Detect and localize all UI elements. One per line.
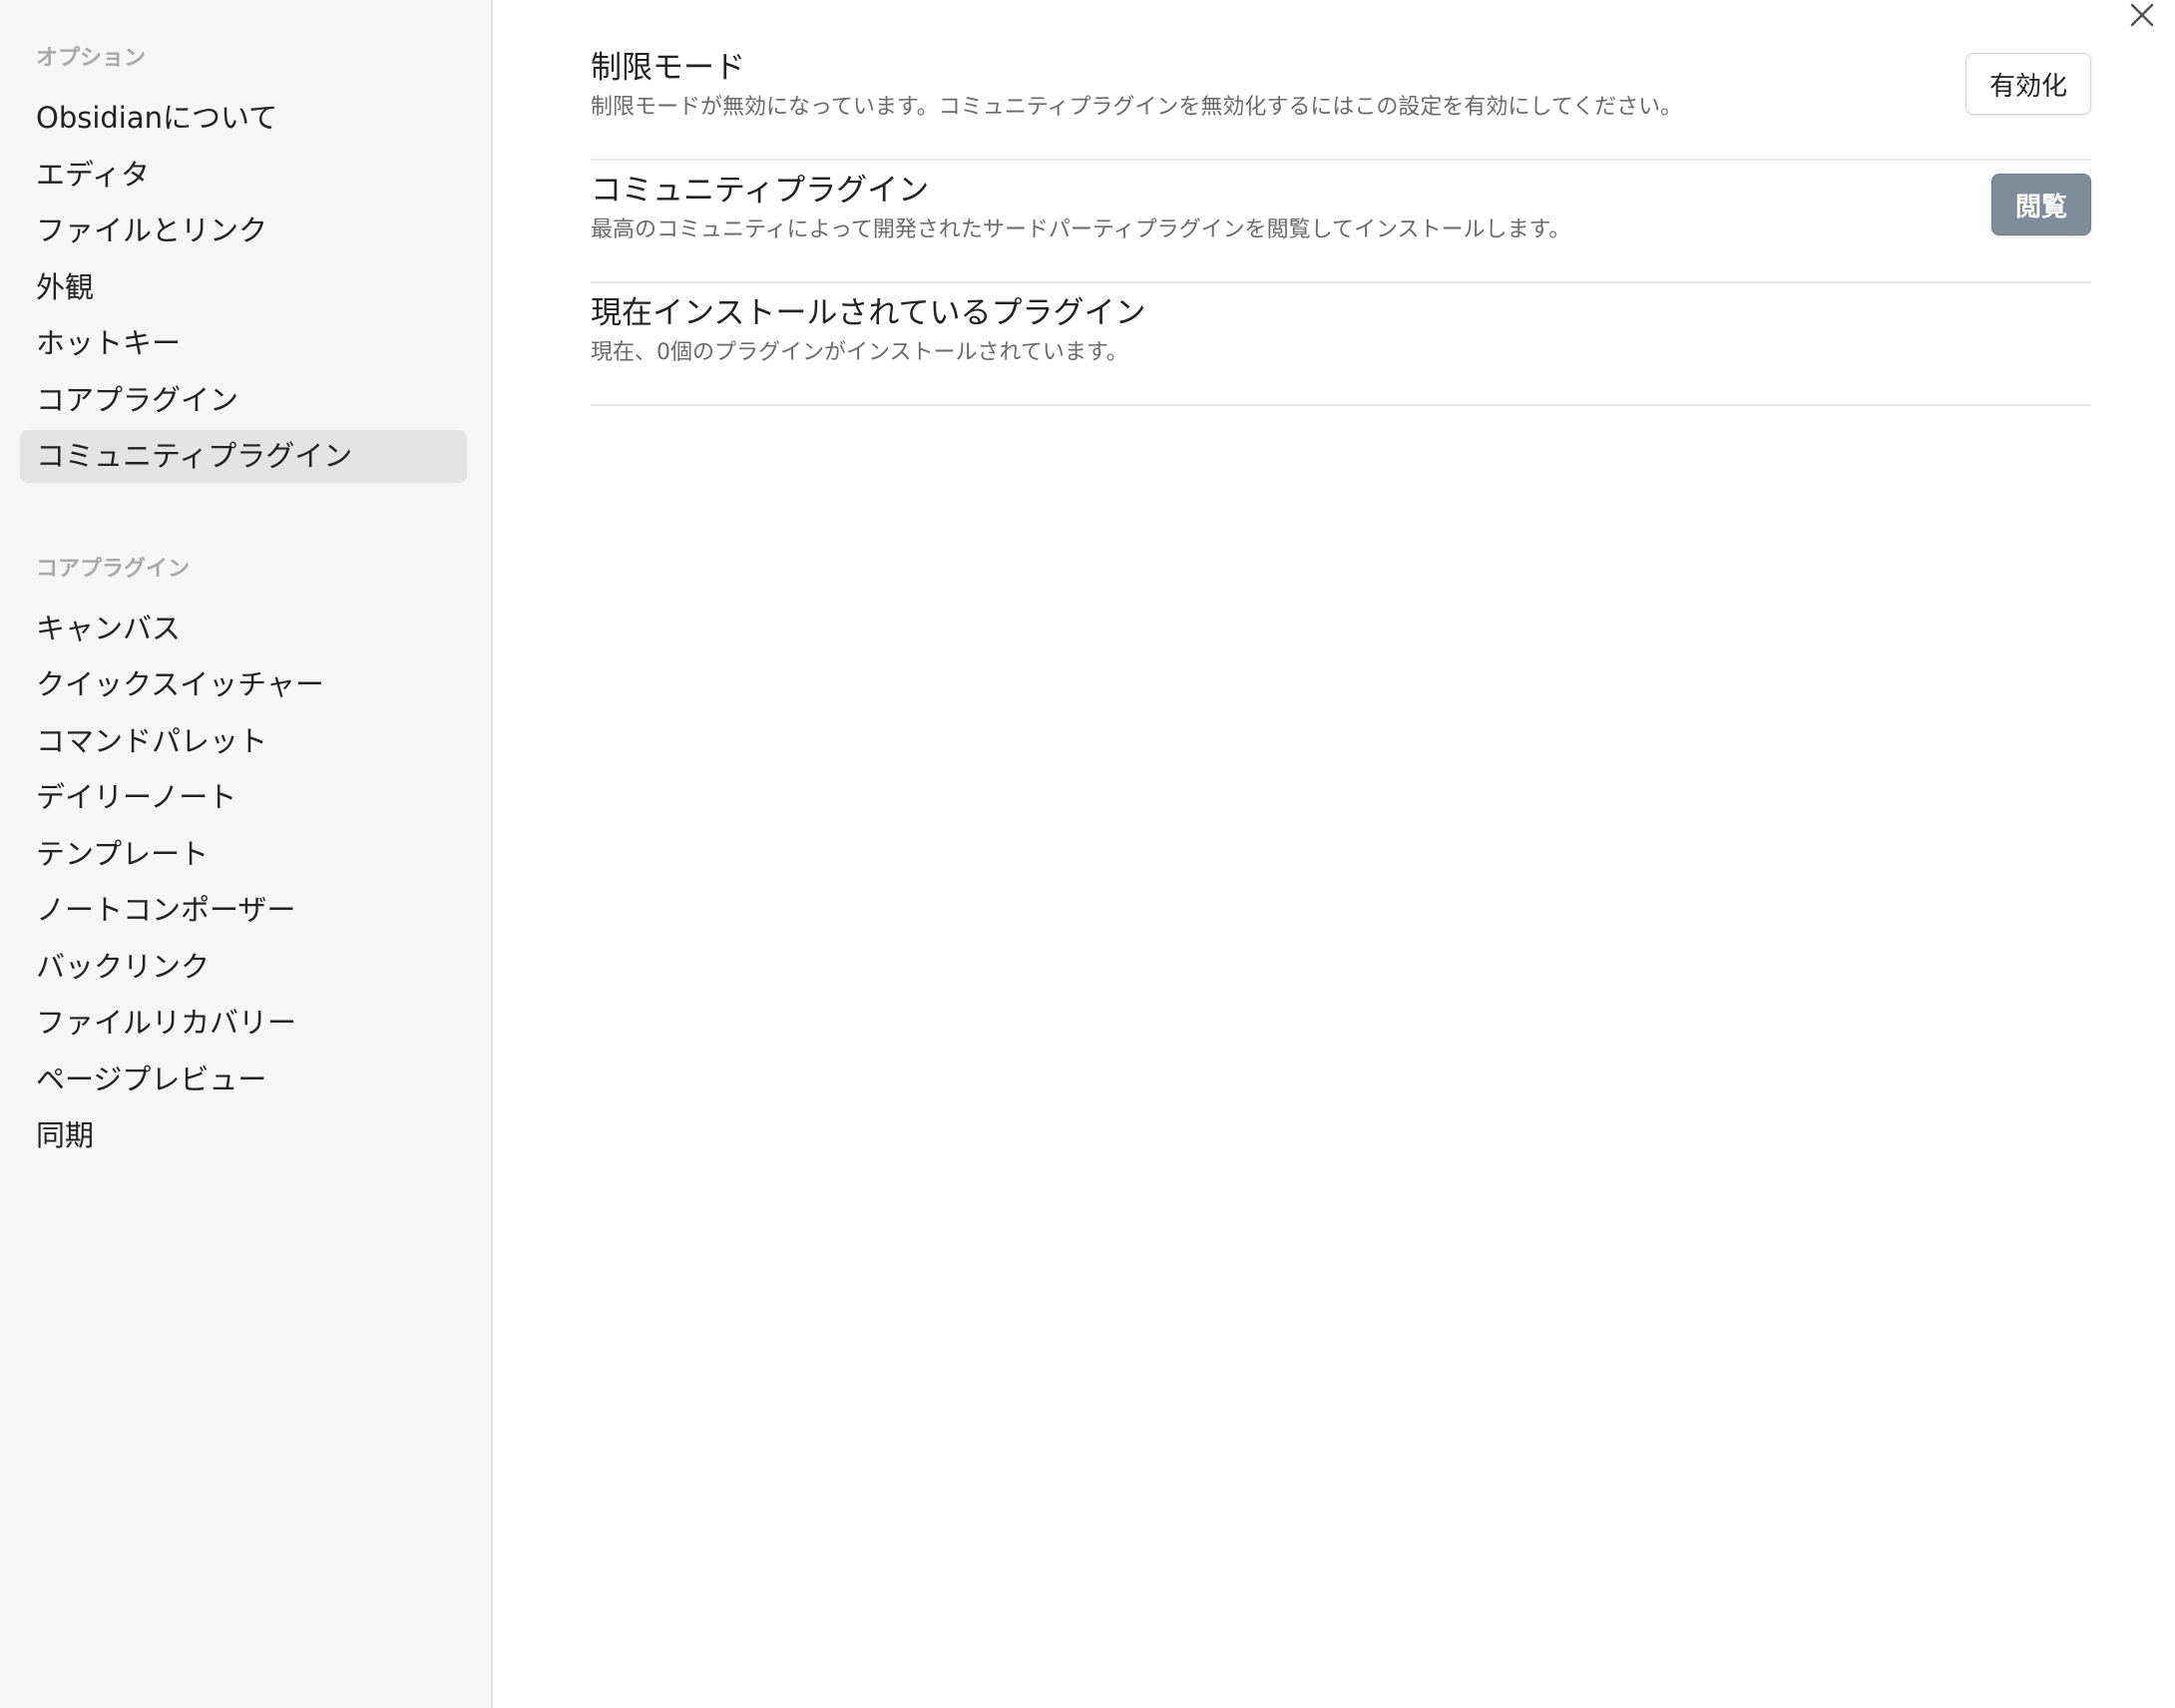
enable-button[interactable]: 有効化: [1965, 53, 2091, 115]
setting-description: 最高のコミュニティによって開発されたサードパーティプラグインを閲覧してインストー…: [591, 217, 1571, 242]
close-button[interactable]: [2125, 0, 2159, 34]
settings-sidebar: オプション Obsidianについて エディタ ファイルとリンク 外観 ホットキ…: [0, 0, 493, 1708]
sidebar-heading-core-plugins: コアプラグイン: [36, 556, 191, 582]
close-icon: [2129, 2, 2155, 32]
setting-description: 現在、0個のプラグインがインストールされています。: [591, 340, 1128, 365]
sidebar-item-file-recovery[interactable]: ファイルリカバリー: [20, 997, 467, 1050]
sidebar-item-command-palette[interactable]: コマンドパレット: [20, 715, 467, 768]
sidebar-item-note-composer[interactable]: ノートコンポーザー: [20, 884, 467, 937]
setting-name: 制限モード: [591, 50, 745, 86]
setting-community-plugins: コミュニティプラグイン 最高のコミュニティによって開発されたサードパーティプラグ…: [591, 161, 2091, 283]
sidebar-heading-options: オプション: [36, 46, 147, 71]
setting-name: 現在インストールされているプラグイン: [591, 295, 1146, 331]
sidebar-item-about[interactable]: Obsidianについて: [20, 92, 467, 145]
setting-name: コミュニティプラグイン: [591, 173, 930, 209]
setting-description: 制限モードが無効になっています。コミュニティプラグインを無効化するにはこの設定を…: [591, 95, 1683, 120]
sidebar-item-templates[interactable]: テンプレート: [20, 828, 467, 881]
browse-button[interactable]: 閲覧: [1991, 174, 2091, 235]
sidebar-item-appearance[interactable]: 外観: [20, 261, 467, 314]
sidebar-section-gap: [0, 487, 491, 557]
settings-window: オプション Obsidianについて エディタ ファイルとリンク 外観 ホットキ…: [0, 0, 2175, 1708]
sidebar-item-backlinks[interactable]: バックリンク: [20, 941, 467, 994]
settings-content-pane: 制限モード 制限モードが無効になっています。コミュニティプラグインを無効化するに…: [493, 0, 2175, 1708]
sidebar-item-core-plugins[interactable]: コアプラグイン: [20, 374, 467, 427]
setting-installed-plugins: 現在インストールされているプラグイン 現在、0個のプラグインがインストールされて…: [591, 283, 2091, 406]
sidebar-item-community-plugins[interactable]: コミュニティプラグイン: [20, 430, 467, 483]
sidebar-item-daily-notes[interactable]: デイリーノート: [20, 771, 467, 824]
core-plugins-nav-list: キャンバス クイックスイッチャー コマンドパレット デイリーノート テンプレート…: [0, 603, 491, 1163]
sidebar-item-quick-switcher[interactable]: クイックスイッチャー: [20, 658, 467, 711]
sidebar-item-hotkeys[interactable]: ホットキー: [20, 317, 467, 370]
options-nav-list: Obsidianについて エディタ ファイルとリンク 外観 ホットキー コアプラ…: [0, 92, 491, 483]
sidebar-item-sync[interactable]: 同期: [20, 1109, 467, 1162]
sidebar-item-page-preview[interactable]: ページプレビュー: [20, 1054, 467, 1106]
sidebar-item-files-and-links[interactable]: ファイルとリンク: [20, 205, 467, 257]
settings-list: 制限モード 制限モードが無効になっています。コミュニティプラグインを無効化するに…: [591, 40, 2091, 406]
setting-restricted-mode: 制限モード 制限モードが無効になっています。コミュニティプラグインを無効化するに…: [591, 40, 2091, 161]
sidebar-item-editor[interactable]: エディタ: [20, 149, 467, 202]
sidebar-item-canvas[interactable]: キャンバス: [20, 603, 467, 655]
